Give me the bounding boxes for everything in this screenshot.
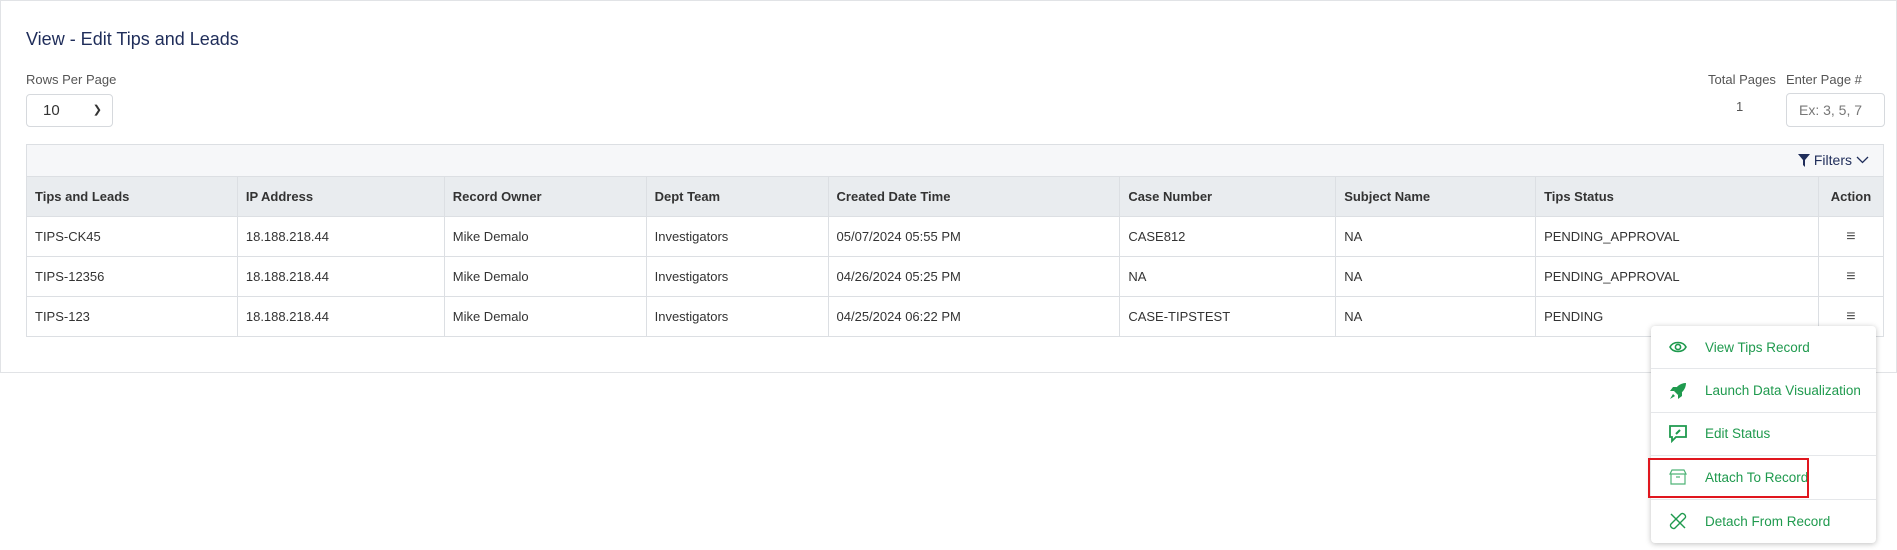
column-header[interactable]: Tips and Leads [26, 176, 238, 217]
table-cell: CASE-TIPSTEST [1119, 296, 1337, 337]
table-cell: Investigators [645, 256, 829, 297]
column-header[interactable]: Record Owner [443, 176, 647, 217]
column-header[interactable]: Subject Name [1335, 176, 1537, 217]
total-pages-label: Total Pages [1708, 72, 1776, 87]
table-row: TIPS-CK45 18.188.218.44 Mike Demalo Investi… [26, 216, 1885, 257]
table-row: TIPS-123 18.188.218.44 Mike Demalo Investig… [26, 296, 1885, 337]
table-cell: TIPS-12356 [26, 256, 238, 297]
hamburger-menu-icon[interactable]: ≡ [1846, 268, 1855, 285]
column-header: Action [1817, 176, 1885, 217]
total-pages-value: 1 [1736, 99, 1744, 114]
rocket-icon [1670, 382, 1686, 399]
menu-item-launch-data-visualization[interactable]: Launch Data Visualization [1651, 369, 1876, 413]
table-cell: TIPS-CK45 [26, 216, 238, 257]
filter-bar: Filters [26, 144, 1884, 176]
tips-leads-card: View - Edit Tips and Leads Rows Per Page… [0, 0, 1897, 373]
column-header[interactable]: IP Address [236, 176, 445, 217]
table-cell: Investigators [645, 296, 829, 337]
table-cell: PENDING_APPROVAL [1535, 256, 1819, 297]
table-row: TIPS-12356 18.188.218.44 Mike Demalo Invest… [26, 256, 1885, 297]
table-cell: 05/07/2024 05:55 PM [827, 216, 1121, 257]
table-cell: PENDING_APPROVAL [1535, 216, 1819, 257]
table-cell: NA [1335, 216, 1537, 257]
table-cell: Mike Demalo [443, 296, 647, 337]
action-cell: ≡ [1817, 216, 1885, 257]
menu-item-view-tips-record[interactable]: View Tips Record [1651, 326, 1876, 370]
table-cell: NA [1335, 256, 1537, 297]
menu-item-label: Detach From Record [1705, 513, 1831, 529]
chevron-down-icon: ❯ [92, 104, 102, 116]
table-cell: Mike Demalo [443, 216, 647, 257]
table-cell: 04/25/2024 06:22 PM [827, 296, 1121, 337]
eye-icon [1669, 341, 1687, 353]
table-cell: 18.188.218.44 [236, 216, 445, 257]
table-cell: CASE812 [1119, 216, 1337, 257]
column-header[interactable]: Tips Status [1535, 176, 1819, 217]
table-cell: NA [1335, 296, 1537, 337]
table-cell: 18.188.218.44 [236, 256, 445, 297]
enter-page-label: Enter Page # [1786, 72, 1862, 87]
hamburger-menu-icon[interactable]: ≡ [1846, 228, 1855, 245]
chevron-down-icon [1856, 156, 1869, 164]
page-title: View - Edit Tips and Leads [26, 29, 239, 49]
table-cell: Investigators [645, 216, 829, 257]
hamburger-menu-icon[interactable]: ≡ [1846, 308, 1855, 325]
column-header[interactable]: Created Date Time [827, 176, 1121, 217]
menu-item-attach-to-record[interactable]: Attach To Record [1648, 456, 1876, 500]
archive-box-icon [1669, 469, 1687, 485]
edit-comment-icon [1669, 425, 1687, 443]
unlink-icon [1669, 513, 1687, 530]
table-cell: Mike Demalo [443, 256, 647, 297]
menu-item-detach-from-record[interactable]: Detach From Record [1651, 500, 1876, 543]
table-header-row: Tips and Leads IP Address Record Owner D… [26, 176, 1885, 217]
table-cell: NA [1119, 256, 1337, 297]
filters-button[interactable]: Filters [1797, 152, 1869, 168]
column-header[interactable]: Dept Team [645, 176, 829, 217]
rows-per-page-value: 10 [43, 102, 60, 119]
menu-item-label: Attach To Record [1705, 469, 1809, 485]
funnel-icon [1797, 153, 1810, 167]
table-cell: 04/26/2024 05:25 PM [827, 256, 1121, 297]
table-cell: TIPS-123 [26, 296, 238, 337]
rows-per-page-select[interactable]: 10 ❯ [26, 94, 113, 127]
column-header[interactable]: Case Number [1119, 176, 1337, 217]
menu-item-edit-status[interactable]: Edit Status [1651, 413, 1876, 457]
action-cell: ≡ [1817, 256, 1885, 297]
tips-table: Tips and Leads IP Address Record Owner D… [26, 176, 1885, 337]
menu-item-label: View Tips Record [1705, 339, 1810, 355]
rows-per-page-label: Rows Per Page [26, 72, 117, 87]
menu-item-label: Edit Status [1705, 426, 1771, 442]
menu-item-label: Launch Data Visualization [1705, 383, 1861, 399]
table-cell: 18.188.218.44 [236, 296, 445, 337]
filters-label: Filters [1813, 152, 1852, 168]
enter-page-input[interactable] [1786, 93, 1885, 127]
action-menu: View Tips Record Launch Data Visualizati… [1648, 326, 1876, 543]
